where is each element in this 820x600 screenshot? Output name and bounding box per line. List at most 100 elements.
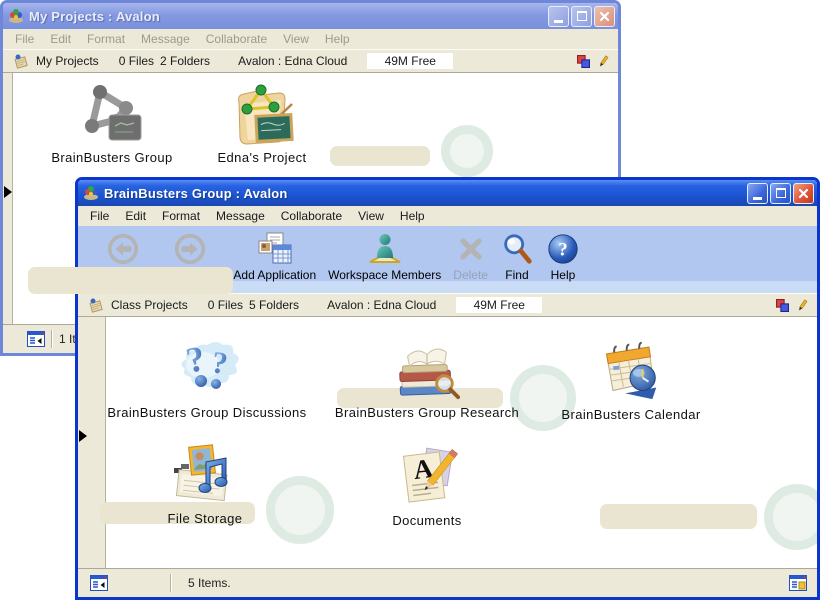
- menu-help[interactable]: Help: [317, 30, 358, 48]
- desktop: My Projects : Avalon File Edit Format Me…: [0, 0, 820, 600]
- files-count: 0 Files: [208, 298, 243, 312]
- watermark-circle: [441, 125, 493, 177]
- svg-text:?: ?: [558, 240, 567, 261]
- close-button[interactable]: [594, 6, 615, 27]
- workspace-item-research[interactable]: BrainBusters Group Research: [327, 333, 527, 420]
- cloud-account: Avalon : Edna Cloud: [327, 298, 436, 312]
- maximize-button[interactable]: [770, 183, 791, 204]
- panel-toggle-icon[interactable]: [27, 331, 45, 347]
- free-space-badge: 49M Free: [456, 297, 542, 313]
- minimize-button[interactable]: [548, 6, 569, 27]
- workspace-item-file-storage[interactable]: File Storage: [125, 439, 285, 526]
- folders-count: 2 Folders: [160, 54, 210, 68]
- expand-panel-arrow[interactable]: [4, 186, 12, 198]
- window-title: BrainBusters Group : Avalon: [104, 186, 742, 201]
- app-logo-icon: [83, 185, 99, 201]
- titlebar-brainbusters-group[interactable]: BrainBusters Group : Avalon: [78, 180, 817, 206]
- window-title: My Projects : Avalon: [29, 9, 543, 24]
- item-label: File Storage: [168, 511, 243, 526]
- project-name: Class Projects: [111, 298, 188, 312]
- item-label: Edna's Project: [217, 150, 306, 165]
- menu-collaborate[interactable]: Collaborate: [273, 207, 350, 225]
- documents-icon: A: [394, 441, 460, 511]
- watermark-circle: [764, 484, 817, 550]
- item-label: Documents: [392, 513, 461, 528]
- pages-icon[interactable]: [577, 55, 590, 68]
- discussions-icon: ? ?: [171, 333, 243, 403]
- calendar-clock-icon: [595, 335, 667, 405]
- watermark-rect: [330, 146, 430, 166]
- info-bar: Class Projects 0 Files 5 Folders Avalon …: [78, 293, 817, 317]
- minimize-button[interactable]: [747, 183, 768, 204]
- folders-count: 5 Folders: [249, 298, 299, 312]
- divider: [51, 330, 53, 348]
- add-application-icon: [257, 231, 293, 267]
- workspace-area: ? ? BrainBusters Group Discussions: [78, 317, 817, 568]
- panel-strip: [3, 73, 13, 324]
- workspace-item-calendar[interactable]: BrainBusters Calendar: [536, 335, 726, 422]
- project-icon: [13, 53, 29, 69]
- menu-file[interactable]: File: [7, 30, 42, 48]
- project-folder-icon: [227, 78, 297, 148]
- workspace-item-ednas-project[interactable]: Edna's Project: [192, 78, 332, 165]
- pages-icon[interactable]: [776, 299, 789, 312]
- watermark-rect: [600, 504, 757, 529]
- find-button[interactable]: Find: [494, 230, 540, 283]
- workspace-members-button[interactable]: Workspace Members: [322, 230, 447, 283]
- expand-panel-arrow[interactable]: [79, 430, 87, 442]
- app-logo-icon: [8, 8, 24, 24]
- file-storage-icon: [170, 439, 240, 509]
- workspace-item-discussions[interactable]: ? ? BrainBusters Group Discussions: [95, 333, 319, 420]
- menu-bar: File Edit Format Message Collaborate Vie…: [3, 29, 618, 49]
- item-label: BrainBusters Group: [51, 150, 172, 165]
- menu-format[interactable]: Format: [154, 207, 208, 225]
- add-application-button[interactable]: Add Application: [227, 230, 322, 283]
- free-space-badge: 49M Free: [367, 53, 453, 69]
- titlebar-my-projects[interactable]: My Projects : Avalon: [3, 3, 618, 29]
- delete-x-icon: [455, 231, 487, 267]
- window-controls: [747, 183, 814, 204]
- divider: [170, 574, 172, 592]
- menu-edit[interactable]: Edit: [117, 207, 154, 225]
- menu-file[interactable]: File: [82, 207, 117, 225]
- workspace-item-documents[interactable]: A Documents: [357, 441, 497, 528]
- help-question-icon: ?: [546, 231, 580, 267]
- pencil-icon[interactable]: [796, 299, 809, 312]
- items-count: 5 Items.: [188, 576, 231, 590]
- delete-button[interactable]: Delete: [447, 230, 494, 283]
- person-icon: [367, 231, 403, 267]
- files-count: 0 Files: [119, 54, 154, 68]
- menu-message[interactable]: Message: [133, 30, 198, 48]
- menu-view[interactable]: View: [275, 30, 317, 48]
- item-label: BrainBusters Group Research: [335, 405, 519, 420]
- close-button[interactable]: [793, 183, 814, 204]
- project-icon: [88, 297, 104, 313]
- cloud-account: Avalon : Edna Cloud: [238, 54, 347, 68]
- help-button[interactable]: ? Help: [540, 230, 586, 283]
- panel-toggle-icon[interactable]: [90, 575, 108, 591]
- menu-message[interactable]: Message: [208, 207, 273, 225]
- maximize-button[interactable]: [571, 6, 592, 27]
- magnifier-icon: [500, 231, 534, 267]
- network-icon: [78, 78, 146, 148]
- back-arrow-icon: [106, 231, 140, 267]
- menu-bar: File Edit Format Message Collaborate Vie…: [78, 206, 817, 226]
- forward-arrow-icon: [173, 231, 207, 267]
- status-bar: 5 Items.: [78, 568, 817, 597]
- books-research-icon: [389, 333, 465, 403]
- menu-format[interactable]: Format: [79, 30, 133, 48]
- item-label: BrainBusters Calendar: [561, 407, 700, 422]
- watermark-rect: [28, 267, 233, 294]
- menu-collaborate[interactable]: Collaborate: [198, 30, 275, 48]
- window-controls: [548, 6, 615, 27]
- menu-edit[interactable]: Edit: [42, 30, 79, 48]
- project-name: My Projects: [36, 54, 99, 68]
- info-bar: My Projects 0 Files 2 Folders Avalon : E…: [3, 49, 618, 73]
- menu-view[interactable]: View: [350, 207, 392, 225]
- layout-view-icon[interactable]: [789, 575, 807, 591]
- window-brainbusters-group: BrainBusters Group : Avalon File Edit Fo…: [75, 177, 820, 600]
- item-label: BrainBusters Group Discussions: [107, 405, 306, 420]
- workspace-item-brainbusters-group[interactable]: BrainBusters Group: [37, 78, 187, 165]
- menu-help[interactable]: Help: [392, 207, 433, 225]
- pencil-icon[interactable]: [597, 55, 610, 68]
